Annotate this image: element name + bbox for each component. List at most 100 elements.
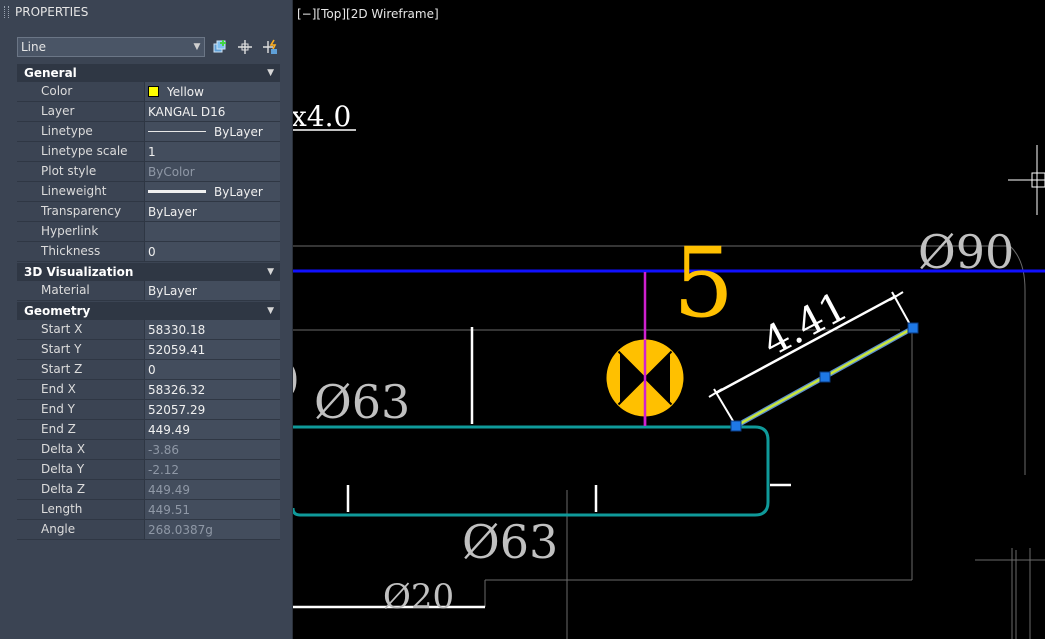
property-label: Color bbox=[17, 82, 145, 101]
row-thickness[interactable]: Thickness 0 bbox=[17, 242, 280, 262]
property-value[interactable]: 52059.41 bbox=[145, 340, 280, 359]
property-label: Hyperlink bbox=[17, 222, 145, 241]
row-layer[interactable]: Layer KANGAL D16 bbox=[17, 102, 280, 122]
object-type-select[interactable]: Line ▼ bbox=[17, 37, 205, 57]
quick-select-icon[interactable] bbox=[260, 37, 280, 57]
row-start-y[interactable]: Start Y 52059.41 bbox=[17, 340, 280, 360]
object-type-value: Line bbox=[21, 40, 47, 54]
property-value[interactable]: ByLayer bbox=[145, 202, 280, 221]
row-linetype-scale[interactable]: Linetype scale 1 bbox=[17, 142, 280, 162]
property-value: 449.49 bbox=[145, 480, 280, 499]
section-geometry-header[interactable]: Geometry ▼ bbox=[17, 302, 280, 320]
dimension-text: 4.41 bbox=[755, 283, 855, 365]
color-swatch-icon bbox=[148, 86, 159, 97]
row-color[interactable]: Color Yellow bbox=[17, 82, 280, 102]
property-label: Linetype scale bbox=[17, 142, 145, 161]
lineweight-preview-icon bbox=[148, 190, 206, 193]
property-label: End Z bbox=[17, 420, 145, 439]
lineweight-value-text: ByLayer bbox=[214, 184, 263, 199]
grip-end-icon[interactable] bbox=[907, 322, 919, 334]
property-value[interactable]: KANGAL D16 bbox=[145, 102, 280, 121]
collapse-caret-icon[interactable]: ▼ bbox=[267, 306, 274, 316]
section-title: 3D Visualization bbox=[24, 265, 134, 279]
palette-title: PROPERTIES bbox=[15, 5, 89, 19]
property-value: -2.12 bbox=[145, 460, 280, 479]
linetype-value-text: ByLayer bbox=[214, 124, 263, 139]
scale-text: x4.0 bbox=[293, 100, 351, 133]
row-start-x[interactable]: Start X 58330.18 bbox=[17, 320, 280, 340]
property-value[interactable]: 0 bbox=[145, 242, 280, 261]
property-grid: General ▼ Color Yellow Layer KANGAL D16 … bbox=[17, 63, 280, 540]
property-label: Length bbox=[17, 500, 145, 519]
row-material[interactable]: Material ByLayer bbox=[17, 281, 280, 301]
property-value: 268.0387g bbox=[145, 520, 280, 539]
property-value[interactable]: ByLayer bbox=[145, 182, 280, 201]
select-objects-icon[interactable] bbox=[235, 37, 255, 57]
linetype-preview-icon bbox=[148, 131, 206, 132]
rebar-shape[interactable] bbox=[293, 425, 770, 517]
row-end-y[interactable]: End Y 52057.29 bbox=[17, 400, 280, 420]
grip-start-icon[interactable] bbox=[730, 420, 742, 432]
row-delta-z: Delta Z 449.49 bbox=[17, 480, 280, 500]
section-title: General bbox=[24, 66, 77, 80]
drawing-canvas[interactable]: x4.0 5 Ø90 Ø63 Ø63 Ø20 ) 4.41 bbox=[293, 0, 1045, 639]
chevron-down-icon: ▼ bbox=[193, 42, 201, 52]
row-angle: Angle 268.0387g bbox=[17, 520, 280, 540]
property-label: Lineweight bbox=[17, 182, 145, 201]
row-delta-y: Delta Y -2.12 bbox=[17, 460, 280, 480]
property-label: Start Y bbox=[17, 340, 145, 359]
section-title: Geometry bbox=[24, 304, 91, 318]
property-value[interactable]: 58326.32 bbox=[145, 380, 280, 399]
grip-mid-icon[interactable] bbox=[819, 371, 831, 383]
property-label: Start X bbox=[17, 320, 145, 339]
property-value[interactable]: Yellow bbox=[145, 82, 280, 101]
property-value[interactable] bbox=[145, 222, 280, 241]
property-label: Thickness bbox=[17, 242, 145, 261]
property-value: 449.51 bbox=[145, 500, 280, 519]
property-label: Delta Y bbox=[17, 460, 145, 479]
row-lineweight[interactable]: Lineweight ByLayer bbox=[17, 182, 280, 202]
row-plot-style[interactable]: Plot style ByColor bbox=[17, 162, 280, 182]
row-linetype[interactable]: Linetype ByLayer bbox=[17, 122, 280, 142]
drag-grip-icon[interactable] bbox=[4, 6, 9, 18]
bar-mark-number: 5 bbox=[673, 227, 734, 339]
property-value[interactable]: 0 bbox=[145, 360, 280, 379]
selector-row: Line ▼ bbox=[17, 36, 280, 58]
property-label: Delta Z bbox=[17, 480, 145, 499]
property-value[interactable]: ByLayer bbox=[145, 122, 280, 141]
section-3d-visualization-header[interactable]: 3D Visualization ▼ bbox=[17, 263, 280, 281]
property-label: Transparency bbox=[17, 202, 145, 221]
diameter-20-label: Ø20 bbox=[383, 577, 454, 617]
property-label: Linetype bbox=[17, 122, 145, 141]
properties-palette: PROPERTIES Line ▼ General ▼ Color Yellow… bbox=[0, 0, 293, 639]
property-value[interactable]: 52057.29 bbox=[145, 400, 280, 419]
row-length: Length 449.51 bbox=[17, 500, 280, 520]
palette-titlebar[interactable]: PROPERTIES bbox=[0, 0, 292, 24]
diameter-63-label-top: Ø63 bbox=[314, 375, 410, 429]
property-label: End Y bbox=[17, 400, 145, 419]
row-hyperlink[interactable]: Hyperlink bbox=[17, 222, 280, 242]
row-end-x[interactable]: End X 58326.32 bbox=[17, 380, 280, 400]
property-value[interactable]: 58330.18 bbox=[145, 320, 280, 339]
collapse-caret-icon[interactable]: ▼ bbox=[267, 267, 274, 277]
property-value[interactable]: 449.49 bbox=[145, 420, 280, 439]
property-value[interactable]: 1 bbox=[145, 142, 280, 161]
property-label: Angle bbox=[17, 520, 145, 539]
diameter-63-label-bottom: Ø63 bbox=[462, 515, 558, 569]
color-value-text: Yellow bbox=[167, 84, 204, 99]
property-label: Start Z bbox=[17, 360, 145, 379]
crosshair-cursor-icon bbox=[1008, 145, 1045, 215]
property-label: Delta X bbox=[17, 440, 145, 459]
property-label: End X bbox=[17, 380, 145, 399]
row-transparency[interactable]: Transparency ByLayer bbox=[17, 202, 280, 222]
viewport-controls-label[interactable]: [−][Top][2D Wireframe] bbox=[297, 7, 439, 21]
row-start-z[interactable]: Start Z 0 bbox=[17, 360, 280, 380]
toggle-pickadd-icon[interactable] bbox=[210, 37, 230, 57]
collapse-caret-icon[interactable]: ▼ bbox=[267, 68, 274, 78]
section-general-header[interactable]: General ▼ bbox=[17, 64, 280, 82]
property-label: Layer bbox=[17, 102, 145, 121]
dimension-annotation[interactable]: 4.41 bbox=[708, 283, 913, 427]
property-value[interactable]: ByLayer bbox=[145, 281, 280, 300]
row-end-z[interactable]: End Z 449.49 bbox=[17, 420, 280, 440]
property-value: -3.86 bbox=[145, 440, 280, 459]
